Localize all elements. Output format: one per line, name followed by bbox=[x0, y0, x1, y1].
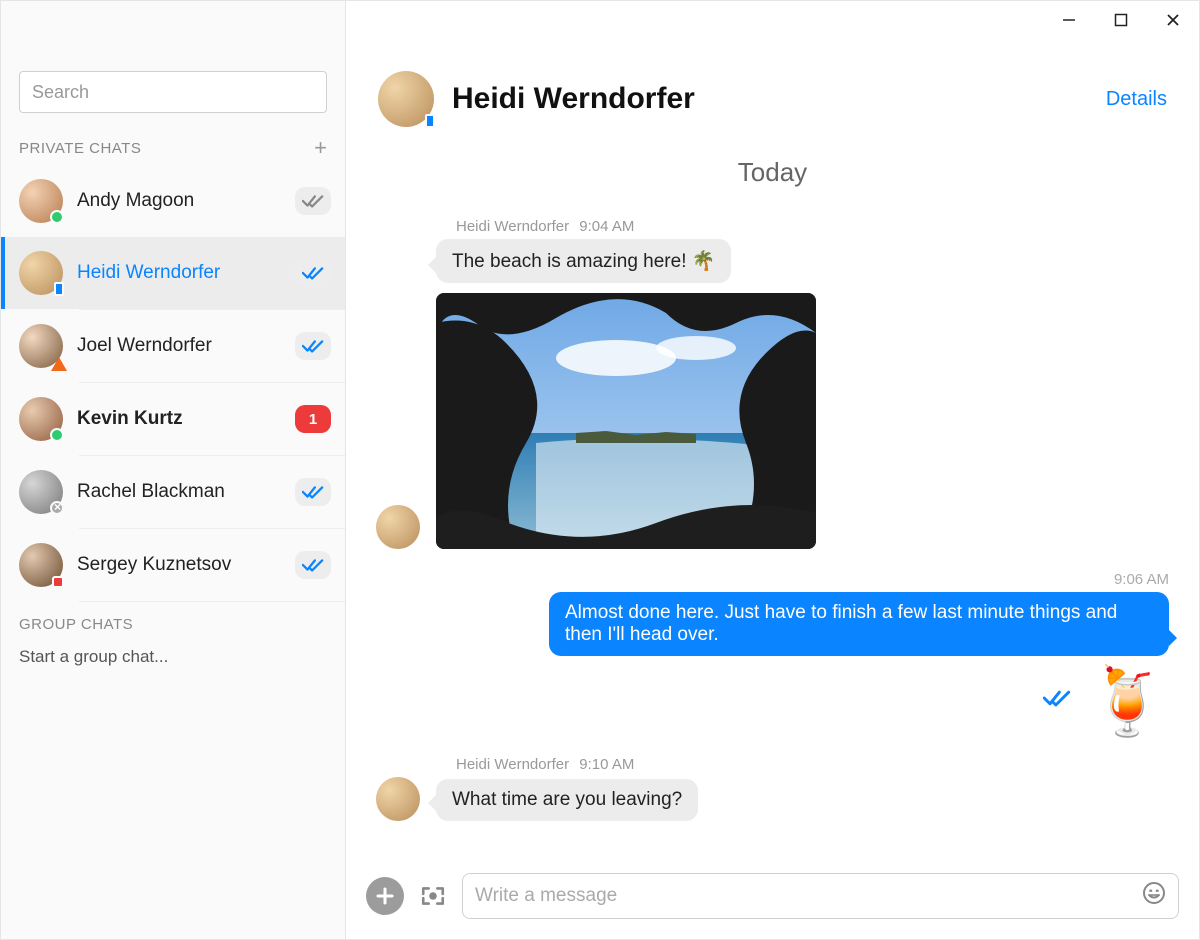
message-sender: Heidi Werndorfer bbox=[456, 756, 569, 773]
group-chats-label: GROUP CHATS bbox=[19, 616, 133, 633]
maximize-icon bbox=[1114, 13, 1128, 27]
message-outgoing: 9:06 AM Almost done here. Just have to f… bbox=[376, 571, 1169, 734]
message-bubble[interactable]: Almost done here. Just have to finish a … bbox=[549, 592, 1169, 656]
chat-item-andy[interactable]: Andy Magoon bbox=[1, 165, 345, 237]
app-window: PRIVATE CHATS + Andy Magoon Heidi Werndo… bbox=[0, 0, 1200, 940]
unread-badge: 1 bbox=[295, 405, 331, 433]
chat-name: Joel Werndorfer bbox=[77, 335, 295, 357]
header-avatar[interactable] bbox=[378, 71, 434, 127]
chat-item-rachel[interactable]: Rachel Blackman bbox=[1, 456, 345, 528]
search-input[interactable] bbox=[19, 71, 327, 113]
double-check-icon bbox=[302, 193, 324, 209]
presence-online-icon bbox=[50, 428, 64, 442]
double-check-icon bbox=[302, 557, 324, 573]
chat-name: Andy Magoon bbox=[77, 190, 295, 212]
plus-icon bbox=[376, 887, 394, 905]
minimize-icon bbox=[1062, 13, 1076, 27]
camera-icon bbox=[420, 883, 446, 909]
window-controls bbox=[1043, 1, 1199, 39]
message-avatar[interactable] bbox=[376, 505, 420, 549]
chat-name: Heidi Werndorfer bbox=[77, 262, 295, 284]
chat-item-joel[interactable]: Joel Werndorfer bbox=[1, 310, 345, 382]
minimize-button[interactable] bbox=[1043, 1, 1095, 39]
close-button[interactable] bbox=[1147, 1, 1199, 39]
read-badge bbox=[295, 187, 331, 215]
reaction-emoji[interactable]: 🍹 bbox=[1087, 668, 1169, 734]
chat-item-kevin[interactable]: Kevin Kurtz 1 bbox=[1, 383, 345, 455]
private-chats-header: PRIVATE CHATS + bbox=[1, 123, 345, 165]
private-chats-label: PRIVATE CHATS bbox=[19, 140, 141, 157]
message-bubble[interactable]: The beach is amazing here! 🌴 bbox=[436, 239, 731, 283]
avatar bbox=[19, 324, 63, 368]
presence-mobile-icon bbox=[425, 114, 435, 128]
avatar bbox=[19, 251, 63, 295]
camera-button[interactable] bbox=[414, 877, 452, 915]
read-badge bbox=[295, 259, 331, 287]
presence-dnd-icon bbox=[52, 576, 64, 588]
smiley-icon bbox=[1142, 881, 1166, 905]
close-icon bbox=[1166, 13, 1180, 27]
read-badge bbox=[295, 332, 331, 360]
message-incoming: Heidi Werndorfer 9:10 AM What time are y… bbox=[376, 756, 1169, 821]
message-input[interactable] bbox=[475, 885, 1142, 907]
chat-item-sergey[interactable]: Sergey Kuznetsov bbox=[1, 529, 345, 601]
presence-online-icon bbox=[50, 210, 64, 224]
chat-name: Kevin Kurtz bbox=[77, 408, 295, 430]
avatar bbox=[19, 179, 63, 223]
day-separator: Today bbox=[376, 157, 1169, 188]
start-group-chat-button[interactable]: Start a group chat... bbox=[1, 639, 345, 675]
messages-scroll[interactable]: Today Heidi Werndorfer 9:04 AM The beach… bbox=[346, 147, 1199, 859]
avatar bbox=[19, 397, 63, 441]
chat-name: Rachel Blackman bbox=[77, 481, 295, 503]
sidebar: PRIVATE CHATS + Andy Magoon Heidi Werndo… bbox=[1, 1, 346, 939]
read-badge bbox=[295, 551, 331, 579]
group-chats-header: GROUP CHATS bbox=[1, 602, 345, 639]
double-check-icon bbox=[302, 484, 324, 500]
message-incoming: Heidi Werndorfer 9:04 AM The beach is am… bbox=[376, 218, 1169, 549]
attachment-image[interactable] bbox=[436, 293, 816, 549]
double-check-icon bbox=[302, 338, 324, 354]
message-sender: Heidi Werndorfer bbox=[456, 218, 569, 235]
message-time: 9:04 AM bbox=[579, 218, 634, 235]
conversation-pane: Heidi Werndorfer Details Today Heidi Wer… bbox=[346, 1, 1199, 939]
emoji-picker-button[interactable] bbox=[1142, 881, 1166, 911]
message-time: 9:06 AM bbox=[1114, 571, 1169, 588]
compose-field-wrap[interactable] bbox=[462, 873, 1179, 919]
presence-offline-icon bbox=[50, 501, 64, 515]
chat-list: Andy Magoon Heidi Werndorfer bbox=[1, 165, 345, 602]
presence-away-icon bbox=[51, 357, 67, 371]
add-attachment-button[interactable] bbox=[366, 877, 404, 915]
avatar bbox=[19, 543, 63, 587]
message-bubble[interactable]: What time are you leaving? bbox=[436, 779, 698, 821]
chat-item-heidi[interactable]: Heidi Werndorfer bbox=[1, 237, 345, 309]
chat-name: Sergey Kuznetsov bbox=[77, 554, 295, 576]
read-receipt-icon bbox=[1043, 688, 1071, 714]
add-chat-icon[interactable]: + bbox=[314, 137, 327, 159]
double-check-icon bbox=[302, 265, 324, 281]
read-badge bbox=[295, 478, 331, 506]
details-link[interactable]: Details bbox=[1106, 88, 1167, 111]
conversation-title: Heidi Werndorfer bbox=[452, 82, 1106, 116]
presence-mobile-icon bbox=[54, 282, 64, 296]
avatar bbox=[19, 470, 63, 514]
message-avatar[interactable] bbox=[376, 777, 420, 821]
maximize-button[interactable] bbox=[1095, 1, 1147, 39]
message-time: 9:10 AM bbox=[579, 756, 634, 773]
composer bbox=[346, 859, 1199, 939]
